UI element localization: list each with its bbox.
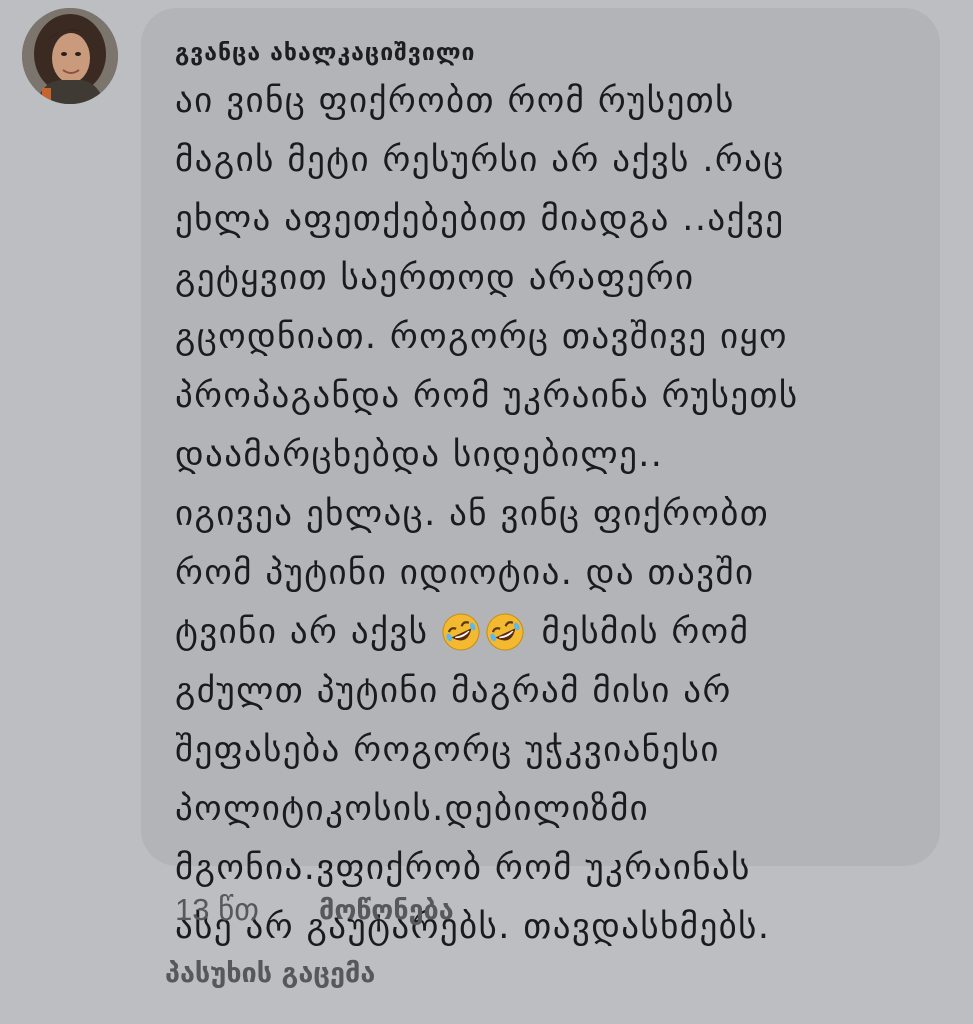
comment-author-name[interactable]: გვანცა ახალკაციშვილი — [175, 36, 916, 70]
rolling-on-floor-laughing-emoji-icon — [441, 612, 481, 652]
comment-line: გძულთ პუტინი მაგრამ მისი არ — [175, 671, 732, 711]
comment-line: გცოდნიათ. როგორც თავშივე იყო — [175, 317, 788, 357]
comment-line: შეფასება როგორც უჭკვიანესი — [175, 730, 720, 770]
comment-line: დაამარცხებდა სიდებილე.. — [175, 435, 664, 475]
comment-line: აი ვინც ფიქრობთ რომ რუსეთს — [175, 81, 735, 121]
comment-meta: 13 წთ მოწონება — [175, 882, 454, 938]
comment-line-part: ტვინი არ აქვს — [175, 612, 429, 652]
comment-bubble: გვანცა ახალკაციშვილი აი ვინც ფიქრობთ რომ… — [141, 8, 940, 947]
comment-line: რომ პუტინი იდიოტია. და თავში — [175, 553, 755, 593]
comment-line: ეხლა აფეთქებებით მიადგა ..აქვე — [175, 199, 785, 239]
comment-line: მაგის მეტი რესურსი არ აქვს .რაც — [175, 140, 785, 180]
comment-line: გეტყვით საერთოდ არაფერი — [175, 258, 695, 298]
rolling-on-floor-laughing-emoji-icon — [485, 612, 525, 652]
comment-line-with-emoji: ტვინი არ აქვს მესმის რომ — [175, 603, 916, 662]
author-avatar[interactable] — [22, 8, 118, 104]
avatar-photo-icon — [22, 8, 118, 104]
comment-line: პოლიტიკოსის.დებილიზმი — [175, 789, 650, 829]
comment-line: პროპაგანდა რომ უკრაინა რუსეთს — [175, 376, 799, 416]
comment-line-part: მესმის რომ — [541, 612, 750, 652]
comment-timestamp[interactable]: 13 წთ — [175, 892, 259, 928]
reply-button[interactable]: პასუხის გაცემა — [165, 948, 375, 998]
like-button[interactable]: მოწონება — [319, 895, 454, 926]
comment-text: აი ვინც ფიქრობთ რომ რუსეთს მაგის მეტი რე… — [175, 72, 916, 957]
comment-line: იგივეა ეხლაც. ან ვინც ფიქრობთ — [175, 494, 770, 534]
comment-thread: გვანცა ახალკაციშვილი აი ვინც ფიქრობთ რომ… — [0, 0, 973, 1024]
